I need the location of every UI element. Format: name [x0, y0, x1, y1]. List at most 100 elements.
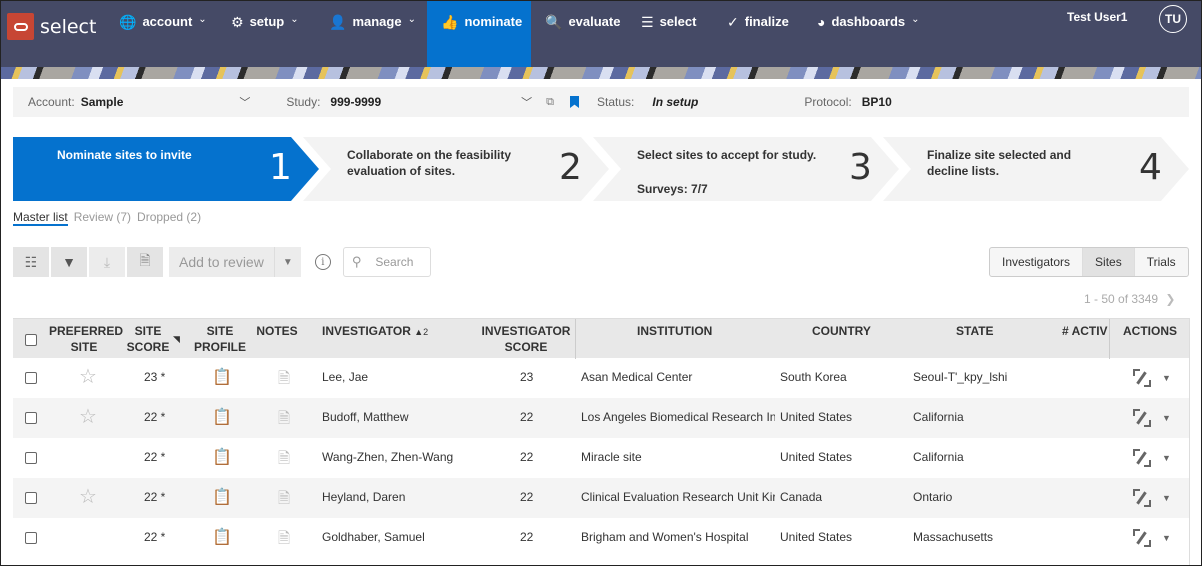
notes-icon[interactable]: 🗎	[278, 368, 290, 393]
nav-select[interactable]: ☰ select	[641, 1, 696, 67]
tab-dropped[interactable]: Dropped (2)	[137, 210, 201, 226]
preferred-star-icon[interactable]: ☆	[79, 364, 97, 389]
table-row[interactable]: ☆ 23 * 📋 🗎 Lee, Jae 23 Asan Medical Center Sout…	[13, 358, 1189, 398]
row-checkbox[interactable]	[25, 372, 37, 384]
notes-icon[interactable]: 🗎	[278, 488, 290, 513]
site-profile-icon[interactable]: 📋	[212, 487, 232, 507]
app-window: select 🌐 account ⌄ ⚙ setup ⌄ 👤 manage ⌄ 👍 nominate…	[0, 0, 1202, 566]
col-notes[interactable]: NOTES	[255, 323, 299, 339]
brand[interactable]: select	[7, 13, 96, 40]
notes-icon[interactable]: 🗎	[278, 528, 290, 553]
train-step-2[interactable]: Collaborate on the feasibility evaluatio…	[303, 137, 609, 201]
edit-icon[interactable]	[1133, 449, 1151, 467]
train-step-number: 4	[1139, 147, 1162, 188]
actions-dropdown-icon[interactable]: ▼	[1162, 413, 1171, 423]
col-state[interactable]: STATE	[956, 323, 994, 339]
add-to-review-button[interactable]: Add to review ▼	[169, 247, 301, 277]
chevron-down-icon: ⌄	[407, 14, 416, 25]
avatar[interactable]: TU	[1159, 5, 1187, 33]
add-to-review-label: Add to review	[169, 247, 275, 277]
filter-button[interactable]: ▼	[51, 247, 87, 277]
row-checkbox[interactable]	[25, 412, 37, 424]
col-site-score[interactable]: SITE SCORE	[125, 323, 171, 355]
study-chevron-down-icon[interactable]: ﹀	[521, 94, 532, 110]
external-link-icon[interactable]: ⧉	[546, 96, 554, 109]
edit-icon[interactable]	[1133, 369, 1151, 387]
table-row[interactable]: ☆ 22 * 📋 🗎 Heyland, Daren 22 Clinical Evaluati…	[13, 478, 1189, 518]
site-profile-icon[interactable]: 📋	[212, 407, 232, 427]
nav-evaluate[interactable]: 🔍 evaluate	[545, 1, 620, 67]
tab-review[interactable]: Review (7)	[74, 210, 131, 226]
column-divider[interactable]	[1109, 319, 1110, 359]
site-score: 23 *	[144, 370, 166, 384]
next-page-icon[interactable]: ❯	[1165, 292, 1175, 306]
site-profile-icon[interactable]: 📋	[212, 447, 232, 467]
preferred-star-icon[interactable]: ☆	[79, 484, 97, 509]
col-active[interactable]: # ACTIV	[1062, 323, 1108, 339]
train-step-4[interactable]: Finalize site selected and decline lists…	[883, 137, 1189, 201]
train-step-1[interactable]: Nominate sites to invite 1	[13, 137, 319, 201]
row-checkbox[interactable]	[25, 452, 37, 464]
country: Canada	[780, 490, 823, 504]
investigator-name[interactable]: Wang-Zhen, Zhen-Wang	[322, 450, 453, 464]
nav-account[interactable]: 🌐 account ⌄	[119, 1, 207, 67]
actions-dropdown-icon[interactable]: ▼	[1162, 453, 1171, 463]
report-button[interactable]: 🗎	[127, 247, 163, 277]
tab-master-list[interactable]: Master list	[13, 210, 68, 226]
info-icon[interactable]: i	[314, 254, 331, 270]
nav-nominate[interactable]: 👍 nominate	[427, 1, 531, 67]
add-to-review-dropdown-icon[interactable]: ▼	[275, 257, 301, 268]
row-checkbox[interactable]	[25, 492, 37, 504]
edit-icon[interactable]	[1133, 409, 1151, 427]
notes-icon[interactable]: 🗎	[278, 408, 290, 433]
train-step-text: Nominate sites to invite	[57, 148, 192, 162]
col-site-profile[interactable]: SITE PROFILE	[191, 323, 249, 355]
user-name[interactable]: Test User1	[1067, 10, 1127, 24]
edit-icon[interactable]	[1133, 529, 1151, 547]
nav-setup[interactable]: ⚙ setup ⌄	[231, 1, 299, 67]
view-trials-button[interactable]: Trials	[1135, 248, 1188, 276]
select-all-checkbox[interactable]	[25, 334, 37, 346]
country: United States	[780, 450, 853, 464]
state: Seoul-T'_kpy_lshi	[913, 370, 1008, 384]
edit-icon[interactable]	[1133, 489, 1151, 507]
investigator-name[interactable]: Budoff, Matthew	[322, 410, 409, 424]
preferred-star-icon[interactable]: ☆	[79, 404, 97, 429]
nav-dashboards[interactable]: ◕ dashboards ⌄	[817, 1, 920, 67]
download-button[interactable]: ⤓	[89, 247, 125, 277]
col-institution[interactable]: INSTITUTION	[637, 323, 712, 339]
nav-manage[interactable]: 👤 manage ⌄	[329, 1, 416, 67]
view-sites-button[interactable]: Sites	[1083, 248, 1135, 276]
col-investigator-score[interactable]: INVESTIGATOR SCORE	[479, 323, 573, 355]
table-row[interactable]: 22 * 📋 🗎 Goldhaber, Samuel 22 Brigham and Wom…	[13, 518, 1189, 558]
col-country[interactable]: COUNTRY	[812, 323, 871, 339]
site-profile-icon[interactable]: 📋	[212, 367, 232, 387]
table-row[interactable]: ☆ 22 * 📋 🗎 Budoff, Matthew 22 Los Angeles Biom…	[13, 398, 1189, 438]
table-row[interactable]: 22 * 📋 🗎 Wang-Zhen, Zhen-Wang 22 Miracle site…	[13, 438, 1189, 478]
actions-dropdown-icon[interactable]: ▼	[1162, 493, 1171, 503]
account-chevron-down-icon[interactable]: ﹀	[239, 94, 250, 110]
account-select[interactable]: Sample	[81, 95, 124, 109]
train-step-3[interactable]: Select sites to accept for study. 3 Surv…	[593, 137, 899, 201]
column-settings-button[interactable]: ☷	[13, 247, 49, 277]
table-scrollbar[interactable]	[1189, 318, 1190, 565]
actions-dropdown-icon[interactable]: ▼	[1162, 533, 1171, 543]
institution: Asan Medical Center	[581, 370, 693, 384]
row-checkbox[interactable]	[25, 532, 37, 544]
search-input[interactable]: ⚲ Search	[342, 247, 431, 277]
institution: Miracle site	[581, 450, 642, 464]
site-profile-icon[interactable]: 📋	[212, 527, 232, 547]
column-divider[interactable]	[575, 319, 576, 359]
view-investigators-button[interactable]: Investigators	[990, 248, 1084, 276]
pagination-range: 1 - 50 of 3349	[1084, 292, 1159, 306]
study-select[interactable]: 999-9999	[330, 95, 381, 109]
actions-dropdown-icon[interactable]: ▼	[1162, 373, 1171, 383]
col-investigator[interactable]: INVESTIGATOR ▲2	[322, 323, 428, 340]
bookmark-icon[interactable]	[570, 96, 579, 108]
nav-finalize[interactable]: ✓ finalize	[727, 1, 789, 67]
investigator-name[interactable]: Goldhaber, Samuel	[322, 530, 425, 544]
col-preferred-site[interactable]: PREFERRED SITE	[49, 323, 123, 355]
investigator-name[interactable]: Heyland, Daren	[322, 490, 405, 504]
investigator-name[interactable]: Lee, Jae	[322, 370, 368, 384]
notes-icon[interactable]: 🗎	[278, 448, 290, 473]
